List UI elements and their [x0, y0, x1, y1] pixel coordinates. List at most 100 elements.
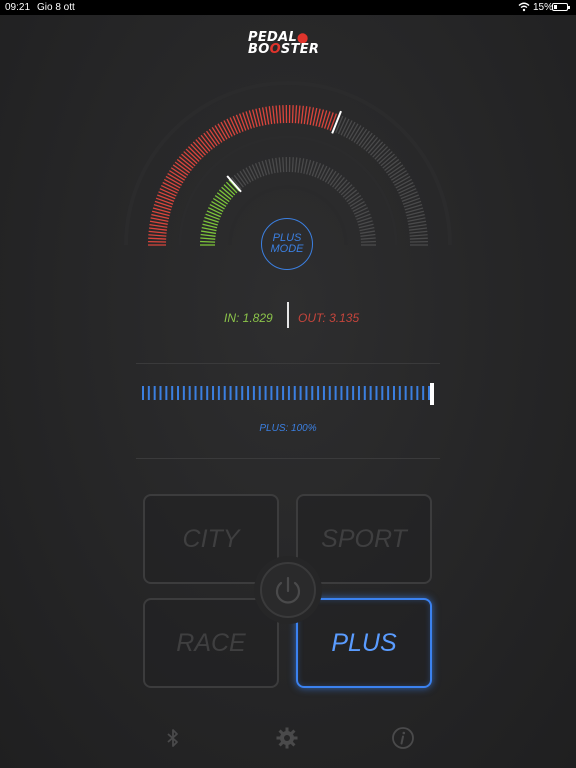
inner-gauge-tick: [268, 158, 273, 174]
slider-tick: [241, 386, 244, 400]
outer-gauge-tick: [261, 107, 267, 126]
mode-city-button[interactable]: CITY: [143, 494, 279, 584]
battery-icon: [552, 3, 570, 11]
slider-tick: [381, 386, 384, 400]
mode-indicator-line2: MODE: [270, 243, 304, 255]
inner-gauge-tick: [352, 204, 367, 213]
mode-sport-button[interactable]: SPORT: [296, 494, 432, 584]
slider-tick: [206, 386, 209, 400]
slider-tick: [299, 386, 302, 400]
slider-tick: [165, 386, 168, 400]
outer-gauge-tick: [155, 197, 174, 205]
bluetooth-icon[interactable]: [161, 726, 185, 750]
inner-gauge-tick: [297, 157, 301, 173]
outer-gauge-tick: [149, 220, 168, 225]
outer-gauge-tick: [300, 105, 304, 124]
slider-tick: [159, 386, 162, 400]
power-button[interactable]: [260, 562, 316, 618]
inner-gauge-tick: [248, 165, 257, 180]
slider-tick: [317, 386, 320, 400]
slider-handle[interactable]: [430, 383, 434, 405]
outer-gauge-tick: [272, 105, 276, 124]
outer-gauge-tick: [409, 237, 428, 240]
info-icon[interactable]: [391, 726, 415, 750]
logo-line2-c: STER: [280, 42, 320, 57]
inner-gauge-tick: [319, 165, 328, 180]
inner-gauge-tick: [271, 158, 276, 174]
slider-tick: [328, 386, 331, 400]
inner-gauge-tick: [201, 226, 217, 232]
outer-gauge-tick: [402, 197, 421, 205]
slider-tick: [392, 386, 395, 400]
slider-tick: [422, 386, 425, 400]
inner-gauge-tick: [359, 226, 375, 232]
gear-icon[interactable]: [275, 726, 299, 750]
slider-tick: [200, 386, 203, 400]
inner-gauge-tick: [360, 240, 376, 243]
slider-tick: [352, 386, 355, 400]
outer-gauge-tick: [400, 191, 418, 200]
inner-gauge-tick: [211, 200, 225, 210]
plus-level-label: PLUS: 100%: [259, 423, 317, 434]
slider-tick: [287, 386, 290, 400]
slider-tick: [410, 386, 413, 400]
inner-gauge-tick: [201, 230, 217, 235]
readout-divider: [287, 302, 289, 328]
slider-tick: [346, 386, 349, 400]
status-bar: 09:21 Gio 8 ott 15%: [0, 0, 576, 15]
slider-tick: [305, 386, 308, 400]
inner-gauge-tick: [353, 207, 368, 215]
outer-gauge-tick: [148, 237, 167, 240]
outer-gauge-tick: [294, 105, 298, 124]
mode-race-button[interactable]: RACE: [143, 598, 279, 688]
inner-gauge-tick: [300, 158, 305, 174]
slider-tick: [264, 386, 267, 400]
mode-plus-button[interactable]: PLUS: [296, 598, 432, 688]
slider-tick: [223, 386, 226, 400]
outer-gauge-tick: [159, 188, 177, 197]
slider-tick: [212, 386, 215, 400]
slider-tick: [235, 386, 238, 400]
outer-gauge-tick: [297, 105, 301, 124]
slider-tick: [357, 386, 360, 400]
inner-gauge-tick: [291, 157, 294, 173]
plus-slider[interactable]: [138, 380, 438, 408]
outer-gauge-tick: [148, 227, 167, 231]
inner-gauge-tick: [200, 237, 216, 240]
inner-gauge-tick: [294, 157, 298, 173]
battery-percent: 15%: [533, 2, 554, 13]
slider-tick: [340, 386, 343, 400]
slider-tick: [398, 386, 401, 400]
outer-gauge-tick: [306, 106, 311, 125]
outer-gauge-tick: [409, 234, 428, 237]
slider-tick: [334, 386, 337, 400]
mode-sport-label: SPORT: [321, 524, 407, 553]
outer-gauge-tick: [268, 106, 273, 125]
divider-top: [136, 363, 440, 364]
slider-tick: [142, 386, 144, 400]
outer-gauge-tick: [275, 105, 279, 124]
slider-tick: [311, 386, 314, 400]
inner-gauge-tick: [212, 197, 227, 207]
slider-tick: [363, 386, 366, 400]
inner-gauge-tick: [275, 157, 279, 173]
inner-gauge-tick: [200, 240, 216, 243]
slider-tick: [416, 386, 419, 400]
outer-gauge-tick: [337, 117, 347, 135]
outer-gauge-tick: [409, 227, 428, 231]
inner-gauge-tick: [239, 170, 249, 185]
outer-gauge-tick: [409, 230, 428, 234]
wifi-icon: [518, 2, 530, 12]
inner-gauge-tick: [360, 237, 376, 240]
outer-gauge-tick: [399, 188, 417, 197]
inner-gauge-tick: [242, 169, 252, 183]
inner-gauge-tick: [282, 157, 285, 173]
slider-tick: [369, 386, 372, 400]
inner-gauge-tick: [322, 167, 331, 182]
slider-tick: [147, 386, 150, 400]
outer-gauge-tick: [278, 105, 282, 124]
outer-gauge-tick: [265, 106, 270, 125]
input-readout: IN: 1.829: [224, 311, 273, 325]
outer-gauge-tick: [235, 114, 244, 132]
status-date: Gio 8 ott: [37, 2, 75, 13]
